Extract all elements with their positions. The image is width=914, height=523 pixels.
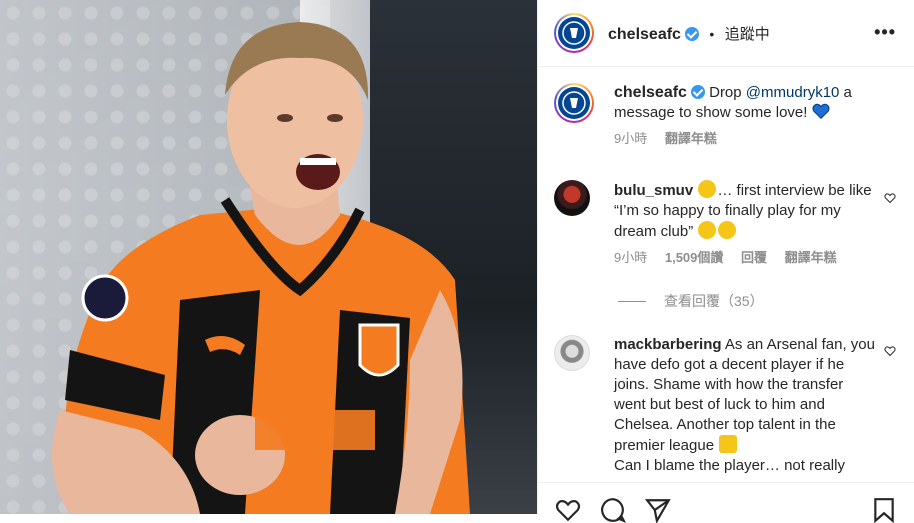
comment-meta: 9小時 1,509個讚 回覆 翻譯年糕 <box>614 248 878 268</box>
caption-text-before: Drop <box>709 84 746 101</box>
heart-icon[interactable] <box>884 345 896 357</box>
bookmark-icon[interactable] <box>871 497 897 523</box>
comment-reply-button[interactable]: 回覆 <box>741 250 767 265</box>
player-figure <box>52 22 470 514</box>
comment-username[interactable]: mackbarbering <box>614 336 722 353</box>
verified-icon <box>690 85 705 99</box>
caption-mention-link[interactable]: @mmudryk10 <box>746 84 840 101</box>
comment-translate-link[interactable]: 翻譯年糕 <box>785 250 837 265</box>
caption-body: chelseafc Drop @mmudryk10 a message to s… <box>614 83 878 149</box>
like-heart-icon[interactable] <box>555 497 581 523</box>
post-photo[interactable] <box>0 0 537 514</box>
caption-translate-link[interactable]: 翻譯年糕 <box>665 131 717 146</box>
caption-time: 9小時 <box>614 131 648 146</box>
post-details-panel: chelseafc • 追蹤中 ••• chelseafc Drop @mmud… <box>537 0 914 523</box>
view-replies-divider <box>618 300 646 302</box>
commenter-avatar[interactable] <box>554 335 590 371</box>
caption-meta: 9小時 翻譯年糕 <box>614 129 878 149</box>
action-bar <box>538 482 914 523</box>
verified-icon <box>684 26 699 41</box>
thumbs-up-icon <box>719 435 738 453</box>
comment-time: 9小時 <box>614 250 648 265</box>
comment-text: As an Arsenal fan, you have defo got a d… <box>614 336 875 454</box>
separator-dot: • <box>709 25 715 42</box>
chelsea-crest-icon <box>558 87 590 119</box>
comment-likes-link[interactable]: 1,509個讚 <box>665 250 724 265</box>
comment-username[interactable]: bulu_smuv <box>614 182 693 199</box>
laughing-face-icon <box>698 221 717 239</box>
more-icon[interactable]: ••• <box>874 22 896 43</box>
comment-body: bulu_smuv … first interview be like “I’m… <box>614 180 878 268</box>
view-replies-button[interactable]: 查看回覆（35） <box>618 291 764 311</box>
caption-username[interactable]: chelseafc <box>614 84 687 101</box>
laughing-face-icon <box>718 221 737 239</box>
view-replies-label: 查看回覆（35） <box>664 293 764 309</box>
comment-icon[interactable] <box>600 497 626 523</box>
comment-text-tail: Can I blame the player… not really <box>614 457 845 474</box>
caption-avatar[interactable] <box>554 83 594 123</box>
face-with-hand-over-mouth-icon <box>698 180 717 198</box>
follow-status-button[interactable]: 追蹤中 <box>725 26 770 43</box>
header-username[interactable]: chelseafc <box>608 26 681 43</box>
blue-heart-icon <box>812 103 830 120</box>
comments-list[interactable]: chelseafc Drop @mmudryk10 a message to s… <box>538 67 914 479</box>
commenter-avatar[interactable] <box>554 180 590 216</box>
account-avatar[interactable] <box>554 13 594 53</box>
share-icon[interactable] <box>645 497 671 523</box>
comment-body: mackbarbering As an Arsenal fan, you hav… <box>614 335 878 476</box>
post-header: chelseafc • 追蹤中 ••• <box>538 0 914 67</box>
heart-icon[interactable] <box>884 192 896 204</box>
chelsea-crest-icon <box>558 17 590 49</box>
